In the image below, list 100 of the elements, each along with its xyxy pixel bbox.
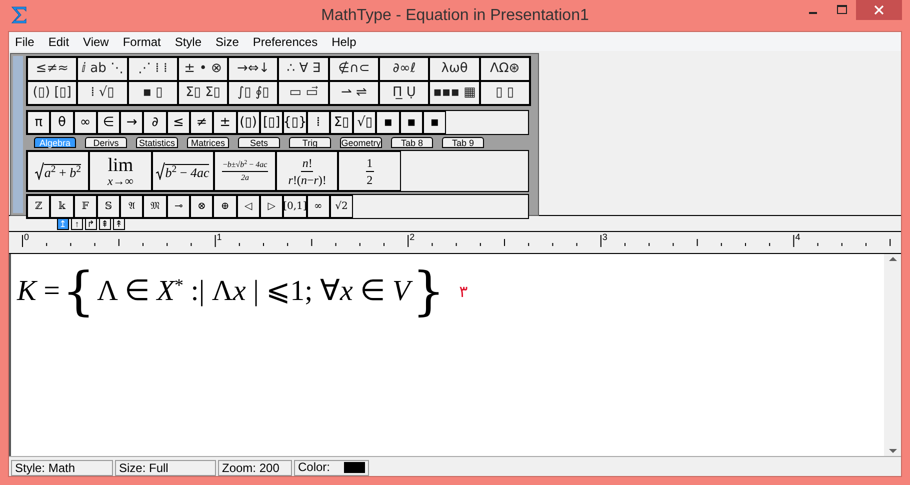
palette-button[interactable]: ⇀ ⇌ bbox=[328, 81, 380, 105]
symbol-button[interactable]: √▯ bbox=[353, 111, 376, 134]
symbol-button[interactable]: ≤ bbox=[166, 111, 190, 134]
symbol-button[interactable]: ▪ bbox=[400, 111, 424, 134]
menu-item[interactable]: Format bbox=[122, 32, 161, 50]
symbol-button[interactable]: Σ▯ bbox=[330, 111, 354, 134]
ruler-label: 4 bbox=[795, 233, 800, 242]
template-button[interactable]: b$^{2}$ − 4ac bbox=[152, 151, 214, 191]
symbol-button[interactable]: ∞ bbox=[74, 111, 97, 134]
palette-button[interactable]: ▯ ▯ bbox=[480, 81, 530, 105]
template-button[interactable]: lim x→∞ bbox=[89, 151, 152, 191]
palette-button[interactable]: λωθ bbox=[429, 57, 480, 81]
symbol-button[interactable]: ∈ bbox=[96, 111, 120, 134]
symbol-button[interactable]: θ bbox=[50, 111, 74, 134]
menu-item[interactable]: Edit bbox=[48, 32, 70, 50]
window-title: MathType - Equation in Presentation1 bbox=[321, 6, 589, 26]
radical-icon bbox=[35, 162, 44, 180]
symbol-button[interactable]: ◁ bbox=[236, 195, 260, 218]
palette-button[interactable]: ∴ ∀ ∃ bbox=[278, 57, 329, 81]
status-field: Zoom: 200 bbox=[218, 460, 292, 476]
symbol-button[interactable]: ▪ bbox=[376, 111, 400, 134]
symbol-button[interactable]: ⁞ bbox=[306, 111, 330, 134]
symbol-button[interactable]: π bbox=[27, 111, 50, 134]
nudge-button[interactable]: ⇞ bbox=[99, 218, 111, 230]
palette-button[interactable]: Σ▯ Σ▯ bbox=[178, 81, 228, 105]
open-brace: { bbox=[62, 264, 96, 320]
symbol-button[interactable]: ± bbox=[213, 111, 237, 134]
palette-button[interactable]: ⁞ √▯ bbox=[77, 81, 128, 105]
symbol-button[interactable]: (▯) bbox=[236, 111, 260, 134]
palette-button[interactable]: →⇔↓ bbox=[228, 57, 278, 81]
equation-text: K = bbox=[17, 274, 60, 310]
menu-item[interactable]: Preferences bbox=[252, 32, 318, 50]
symbol-button[interactable]: ℤ bbox=[27, 195, 50, 218]
palette-button[interactable]: (▯) [▯] bbox=[27, 81, 78, 105]
symbol-button[interactable]: √2 bbox=[330, 195, 354, 218]
palette-button[interactable]: ▪▪▪ ▦ bbox=[429, 81, 480, 105]
menu-item[interactable]: Size bbox=[216, 32, 239, 50]
fraction-template: −b±√b$^{2}$ − 4ac 2a bbox=[222, 160, 268, 182]
palette-button[interactable]: ▪ ▯ bbox=[128, 81, 178, 105]
symbol-button[interactable]: 𝔐 bbox=[143, 195, 167, 218]
nudge-button[interactable]: ↟ bbox=[113, 218, 125, 230]
menu-item[interactable]: File bbox=[15, 32, 34, 50]
equation-number: ٣ bbox=[459, 281, 468, 303]
symbol-button[interactable]: 𝔄 bbox=[120, 195, 144, 218]
palette-button[interactable]: ∂∞ℓ bbox=[379, 57, 430, 81]
palette-button[interactable]: Π̲ Ụ bbox=[379, 81, 430, 105]
palette-button[interactable]: ∉∩⊂ bbox=[328, 57, 380, 81]
template-button[interactable]: 1 2 bbox=[338, 151, 401, 191]
palette-button[interactable]: ± • ⊗ bbox=[178, 57, 228, 81]
symbol-button[interactable]: [▯] bbox=[260, 111, 284, 134]
template-button[interactable]: n! r!(n−r)! bbox=[276, 151, 338, 191]
palette-tab[interactable]: Statistics bbox=[136, 137, 178, 148]
scroll-down-icon[interactable] bbox=[888, 448, 896, 454]
palette-tab[interactable]: Geometry bbox=[340, 137, 382, 148]
template-button[interactable]: −b±√b$^{2}$ − 4ac 2a bbox=[214, 151, 276, 191]
symbol-button[interactable]: [0,1] bbox=[283, 195, 307, 218]
symbol-button[interactable]: 𝕊 bbox=[96, 195, 120, 218]
palette-button[interactable]: ⅈ ab ⋱ bbox=[77, 57, 128, 81]
symbol-button[interactable]: ▷ bbox=[260, 195, 284, 218]
palette-tab[interactable]: Matrices bbox=[187, 137, 229, 148]
symbol-button[interactable]: 𝔽 bbox=[74, 195, 97, 218]
status-field: Style: Math bbox=[11, 460, 113, 476]
palette-tab[interactable]: Tab 9 bbox=[442, 137, 484, 148]
symbol-button[interactable]: 𝕜 bbox=[50, 195, 74, 218]
ruler-label: 1 bbox=[216, 233, 222, 242]
fraction-template: n! r!(n−r)! bbox=[288, 156, 326, 186]
palette-tab[interactable]: Derivs bbox=[85, 137, 127, 148]
close-button[interactable] bbox=[856, 0, 902, 20]
menu-item[interactable]: Help bbox=[332, 32, 356, 50]
scroll-up-icon[interactable] bbox=[888, 256, 896, 262]
menu-item[interactable]: Style bbox=[174, 32, 202, 50]
symbol-button[interactable]: {▯} bbox=[283, 111, 307, 134]
nudge-button[interactable]: ↱ bbox=[85, 218, 97, 230]
palette-button[interactable]: ΛΩ⊛ bbox=[480, 57, 530, 81]
template-button[interactable]: a$^{2}$ + b$^{2}$ bbox=[27, 151, 90, 191]
symbol-button[interactable]: ∂ bbox=[143, 111, 167, 134]
palette-button[interactable]: ⋰ ⁞ ⁞ bbox=[128, 57, 178, 81]
toolbar-grip[interactable] bbox=[13, 56, 23, 213]
close-icon[interactable] bbox=[874, 5, 884, 15]
ruler-label: 3 bbox=[602, 233, 608, 242]
symbol-button[interactable]: ⊸ bbox=[166, 195, 190, 218]
nudge-button[interactable]: ↑ bbox=[71, 218, 83, 230]
symbol-button[interactable]: ∞ bbox=[306, 195, 330, 218]
equation-text: Λ ∈ X$^{*}$ :| Λx | ⩽1; ∀x ∈ V bbox=[97, 270, 410, 314]
symbol-button[interactable]: ⊗ bbox=[190, 195, 214, 218]
ruler-label: 0 bbox=[24, 233, 30, 242]
status-field: Size: Full bbox=[115, 460, 216, 476]
palette-button[interactable]: ≤≠≈ bbox=[27, 57, 78, 81]
menu-item[interactable]: View bbox=[83, 32, 109, 50]
palette-tab[interactable]: Tab 8 bbox=[391, 137, 433, 148]
symbol-button[interactable]: ⊕ bbox=[213, 195, 237, 218]
close-brace: } bbox=[412, 264, 446, 320]
maximize-icon[interactable] bbox=[837, 5, 847, 15]
palette-button[interactable]: ∫▯ ∮▯ bbox=[228, 81, 278, 105]
symbol-button[interactable]: → bbox=[120, 111, 144, 134]
symbol-button[interactable]: ≠ bbox=[190, 111, 214, 134]
palette-button[interactable]: ▭ ▭⃗ bbox=[278, 81, 329, 105]
status-label: Color: bbox=[298, 460, 330, 475]
palette-tab[interactable]: Sets bbox=[238, 137, 280, 148]
symbol-button[interactable]: ▪ bbox=[423, 111, 446, 134]
